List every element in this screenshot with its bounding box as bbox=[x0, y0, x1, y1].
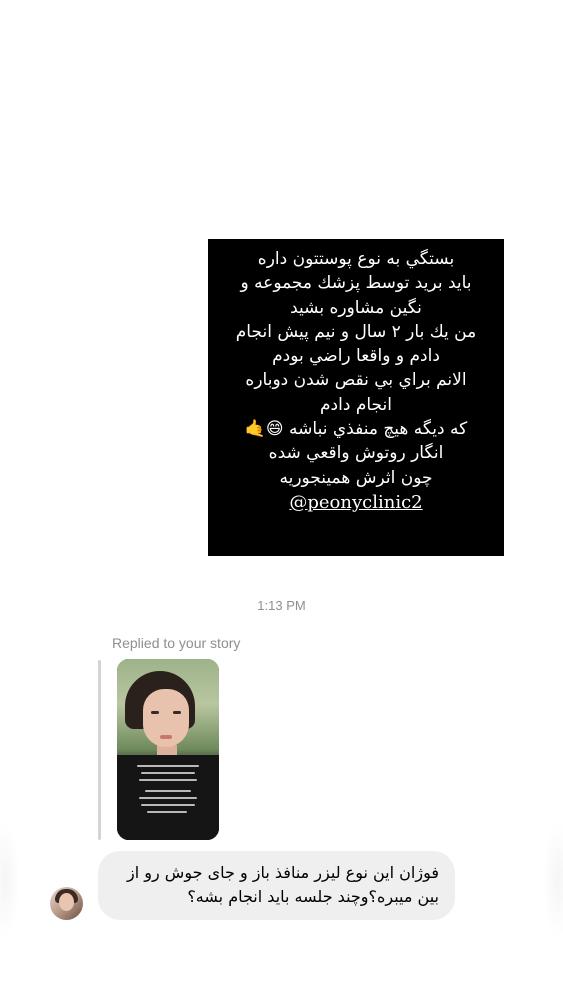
message-text-line: بين ميبره؟وچند جلسه بايد انجام بشه؟ bbox=[187, 887, 439, 906]
story-caption-line bbox=[145, 790, 191, 792]
post-text-line: نگين مشاوره بشيد bbox=[290, 297, 422, 318]
sent-post-image[interactable]: بستگي به نوع پوستتون داره بايد بريد توسط… bbox=[208, 239, 504, 556]
post-text-line: بايد بريد توسط پزشك مجموعه و bbox=[240, 273, 472, 294]
story-thumbnail[interactable] bbox=[117, 659, 219, 840]
replied-to-story-label: Replied to your story bbox=[112, 635, 241, 651]
post-text-line: انجام دادم bbox=[320, 394, 392, 415]
left-edge-shadow bbox=[0, 820, 20, 940]
story-caption-line bbox=[137, 765, 199, 767]
clinic-handle-link[interactable]: @peonyclinic2 bbox=[216, 490, 496, 516]
post-text-line: دادم و واقعا راضي بودم bbox=[272, 346, 440, 367]
story-caption-line bbox=[141, 804, 195, 806]
post-text-line: الانم براي بي نقص شدن دوباره bbox=[245, 370, 467, 391]
message-text-line: فوژان اين نوع ليزر منافذ باز و جای جوش ر… bbox=[127, 863, 439, 882]
story-photo-lips bbox=[160, 735, 172, 739]
post-text-line: انگار روتوش واقعي شده bbox=[268, 443, 444, 464]
story-caption-line bbox=[139, 797, 197, 799]
avatar-face bbox=[59, 893, 74, 911]
right-edge-shadow bbox=[543, 820, 563, 940]
story-caption-line bbox=[141, 772, 195, 774]
story-photo-eye bbox=[151, 711, 159, 714]
post-text-line: بستگي به نوع پوستتون داره bbox=[257, 249, 455, 269]
post-text-line: چون اثرش همينجوريه bbox=[279, 467, 433, 488]
chat-thread[interactable]: بستگي به نوع پوستتون داره بايد بريد توسط… bbox=[0, 0, 563, 1000]
reply-indicator-bar bbox=[98, 660, 101, 840]
received-message-bubble[interactable]: فوژان اين نوع ليزر منافذ باز و جای جوش ر… bbox=[98, 851, 455, 920]
story-photo-eye bbox=[173, 711, 181, 714]
message-timestamp: 1:13 PM bbox=[257, 598, 306, 613]
story-caption-line bbox=[147, 811, 187, 813]
sender-avatar[interactable] bbox=[50, 887, 83, 920]
post-text-line: که ديگه هيچ منفذي نباشه 😄🤙 bbox=[244, 419, 468, 440]
post-text-line: من يك بار ٢ سال و نيم پيش انجام bbox=[235, 321, 477, 342]
story-caption-line bbox=[139, 779, 197, 781]
